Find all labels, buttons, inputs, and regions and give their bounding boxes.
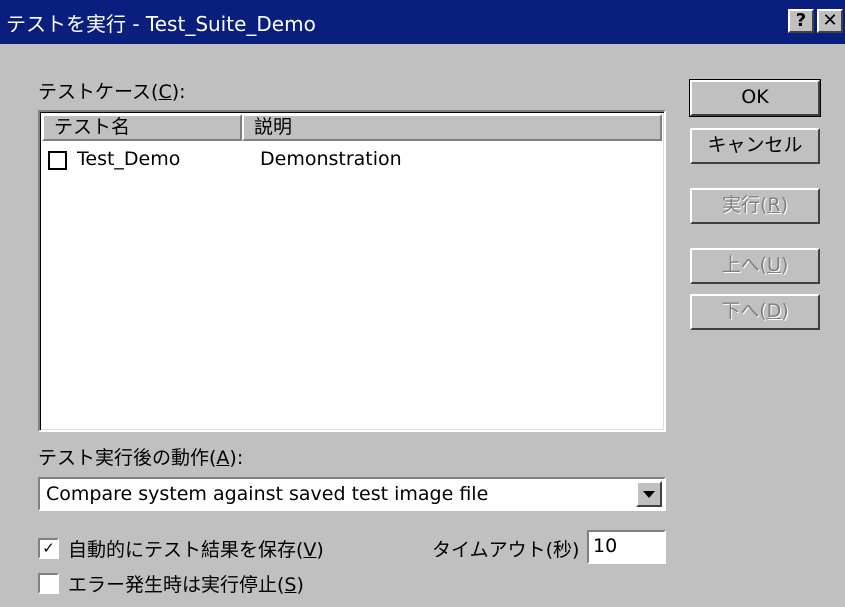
ok-button[interactable]: OK [689,79,821,117]
after-action-select[interactable]: Compare system against saved test image … [38,477,666,511]
timeout-input[interactable]: 10 [587,530,666,564]
move-down-button[interactable]: 下へ(D) [690,294,820,330]
move-up-button[interactable]: 上へ(U) [690,248,820,284]
after-action-label: テスト実行後の動作(A): [38,447,244,469]
chevron-down-icon[interactable] [636,481,662,507]
stop-on-error-label: エラー発生時は実行停止(S) [68,574,304,596]
auto-save-label: 自動的にテスト結果を保存(V) [68,539,324,561]
test-name-cell: Test_Demo [77,148,181,170]
stop-on-error-checkbox[interactable] [38,573,59,594]
cancel-button[interactable]: キャンセル [690,128,820,164]
column-header-test-name[interactable]: テスト名 [42,114,242,141]
test-description-cell: Demonstration [260,148,402,170]
test-case-list[interactable]: テスト名 説明 Test_Demo Demonstration [38,110,666,432]
test-cases-label: テストケース(C): [38,81,186,103]
help-button[interactable]: ? [788,9,814,33]
run-button[interactable]: 実行(R) [690,188,820,224]
title-bar: テストを実行 - Test_Suite_Demo ? ✕ [0,0,845,44]
after-action-value: Compare system against saved test image … [46,483,489,505]
close-icon: ✕ [822,10,838,31]
test-select-checkbox[interactable] [48,151,67,170]
close-button[interactable]: ✕ [817,9,843,33]
auto-save-checkbox[interactable]: ✓ [38,538,59,559]
window-title: テストを実行 - Test_Suite_Demo [6,12,316,36]
timeout-label: タイムアウト(秒) [432,539,580,561]
run-test-dialog: テストを実行 - Test_Suite_Demo ? ✕ テストケース(C): … [0,0,845,607]
column-header-description[interactable]: 説明 [242,114,662,141]
